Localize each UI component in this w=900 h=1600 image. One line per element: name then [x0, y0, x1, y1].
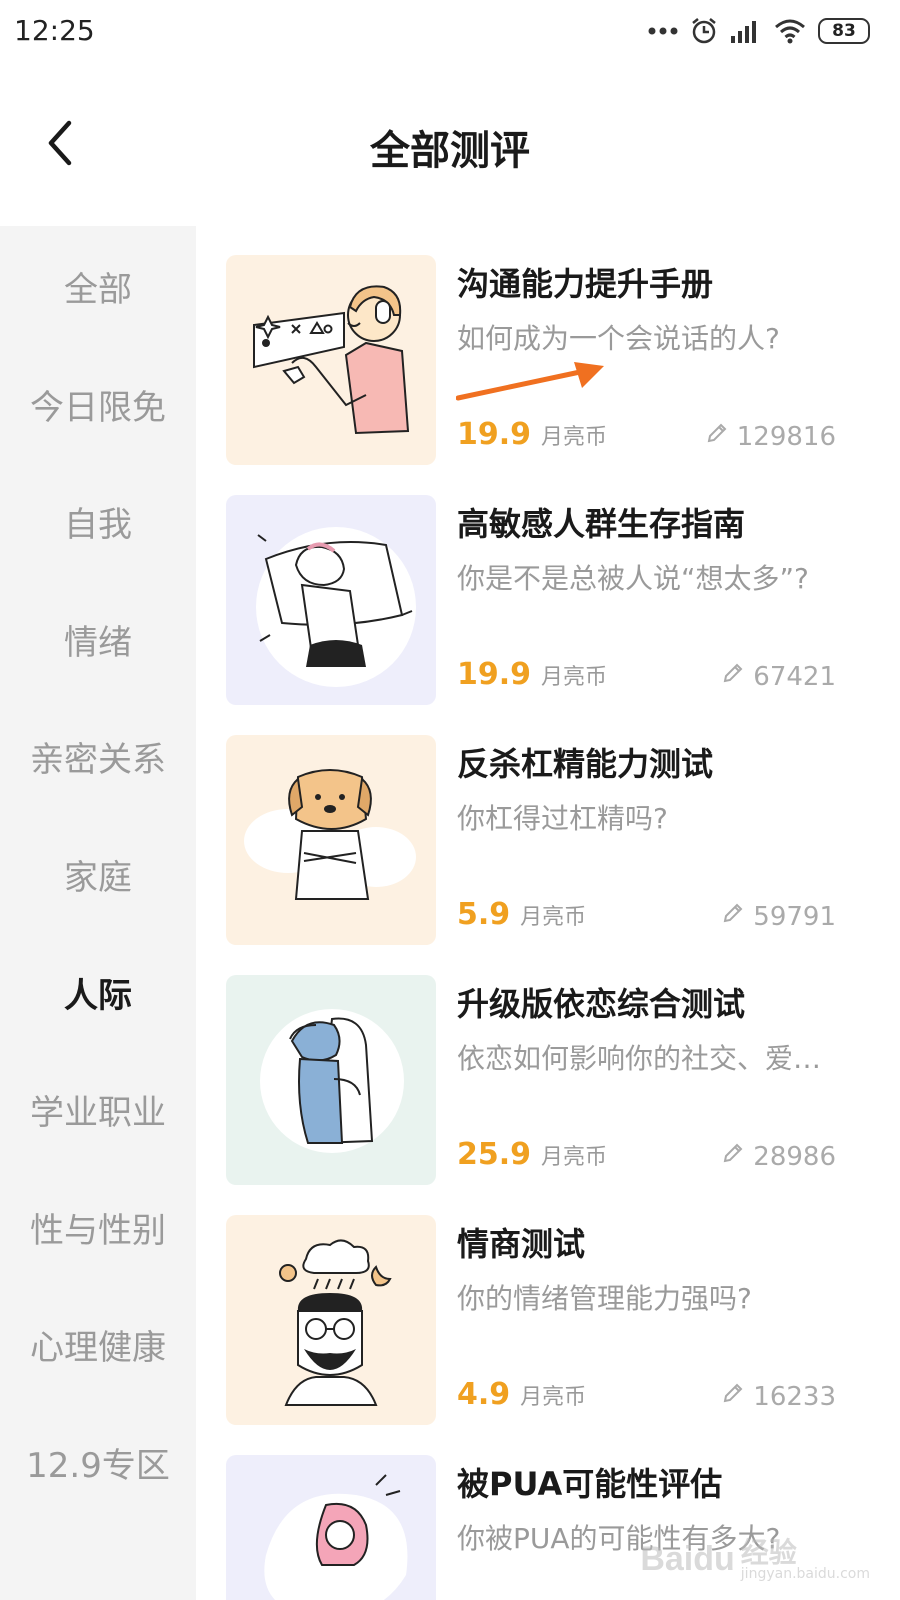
- price-unit: 月亮币: [520, 905, 587, 930]
- test-thumbnail: [226, 1455, 436, 1600]
- participant-count: 129816: [705, 421, 836, 452]
- test-list: 沟通能力提升手册 如何成为一个会说话的人? 19.9 月亮币 129816 高敏…: [196, 226, 900, 1600]
- test-price: 19.9 月亮币: [457, 657, 607, 692]
- test-price: 19.9 月亮币: [457, 417, 607, 452]
- price-unit: 月亮币: [541, 1145, 608, 1170]
- watermark-url: jingyan.baidu.com: [740, 1566, 870, 1583]
- alarm-icon: [690, 17, 718, 45]
- test-thumbnail: [226, 975, 436, 1185]
- sidebar-item-study-career[interactable]: 学业职业: [0, 1069, 196, 1149]
- test-card[interactable]: 升级版依恋综合测试 依恋如何影响你的社交、爱情和人生? 25.9 月亮币 289…: [226, 975, 866, 1187]
- price-value: 25.9: [457, 1137, 532, 1172]
- sidebar-item-12-9-zone[interactable]: 12.9专区: [0, 1422, 196, 1502]
- test-title: 沟通能力提升手册: [457, 265, 714, 303]
- pencil-icon: [721, 901, 745, 932]
- test-price: 5.9 月亮币: [457, 897, 586, 932]
- pencil-icon: [705, 421, 729, 452]
- pencil-icon: [721, 1381, 745, 1412]
- price-value: 4.9: [457, 1377, 511, 1412]
- test-title: 升级版依恋综合测试: [457, 985, 746, 1023]
- sidebar-item-mental-health[interactable]: 心理健康: [0, 1304, 196, 1384]
- pencil-icon: [721, 1141, 745, 1172]
- sidebar-item-social[interactable]: 人际: [0, 952, 196, 1032]
- count-value: 28986: [753, 1141, 836, 1172]
- test-card[interactable]: 情商测试 你的情绪管理能力强吗? 4.9 月亮币 16233: [226, 1215, 866, 1427]
- test-title: 被PUA可能性评估: [457, 1465, 723, 1503]
- test-card[interactable]: 反杀杠精能力测试 你杠得过杠精吗? 5.9 月亮币 59791: [226, 735, 866, 947]
- price-value: 5.9: [457, 897, 511, 932]
- status-bar: 12:25 83: [0, 0, 900, 64]
- sidebar-item-intimacy[interactable]: 亲密关系: [0, 716, 196, 796]
- page-title: 全部测评: [370, 128, 530, 174]
- hugging-couple-icon: [226, 975, 436, 1185]
- status-time: 12:25: [14, 14, 95, 47]
- annotation-arrow-icon: [456, 362, 604, 401]
- baidu-watermark: Baidu 经验 jingyan.baidu.com: [640, 1538, 870, 1582]
- test-thumbnail: [226, 735, 436, 945]
- test-title: 反杀杠精能力测试: [457, 745, 714, 783]
- sidebar-item-self[interactable]: 自我: [0, 481, 196, 561]
- price-value: 19.9: [457, 657, 532, 692]
- test-title: 情商测试: [457, 1225, 586, 1263]
- sidebar-item-gender[interactable]: 性与性别: [0, 1187, 196, 1267]
- test-description: 你杠得过杠精吗?: [457, 802, 668, 835]
- baidu-logo: Baidu: [640, 1540, 735, 1579]
- more-dots-icon: [648, 26, 678, 36]
- sidebar-item-family[interactable]: 家庭: [0, 834, 196, 914]
- participant-count: 67421: [721, 661, 836, 692]
- status-icons: 83: [648, 14, 870, 48]
- bearded-man-weather-icon: [226, 1215, 436, 1425]
- test-thumbnail: [226, 1215, 436, 1425]
- price-value: 19.9: [457, 417, 532, 452]
- pencil-icon: [721, 661, 745, 692]
- wifi-icon: [774, 18, 806, 44]
- test-description: 依恋如何影响你的社交、爱情和人生?: [457, 1042, 832, 1075]
- test-thumbnail: [226, 495, 436, 705]
- test-description: 你是不是总被人说“想太多”?: [457, 562, 809, 595]
- sidebar-item-emotion[interactable]: 情绪: [0, 599, 196, 679]
- participant-count: 59791: [721, 901, 836, 932]
- pink-hair-girl-icon: [226, 1455, 436, 1600]
- sidebar-item-free-today[interactable]: 今日限免: [0, 364, 196, 444]
- test-description: 你的情绪管理能力强吗?: [457, 1282, 752, 1315]
- test-thumbnail: [226, 255, 436, 465]
- count-value: 59791: [753, 901, 836, 932]
- sidebar-item-all[interactable]: 全部: [0, 246, 196, 326]
- count-value: 129816: [736, 421, 836, 452]
- pillow-hug-icon: [226, 495, 436, 705]
- participant-count: 28986: [721, 1141, 836, 1172]
- nav-bar: 全部测评: [0, 80, 900, 210]
- category-sidebar: 全部 今日限免 自我 情绪 亲密关系 家庭 人际 学业职业 性与性别 心理健康 …: [0, 226, 196, 1600]
- test-price: 25.9 月亮币: [457, 1137, 607, 1172]
- count-value: 67421: [753, 661, 836, 692]
- dog-head-person-icon: [226, 735, 436, 945]
- watermark-label: 经验: [740, 1535, 797, 1569]
- count-value: 16233: [753, 1381, 836, 1412]
- price-unit: 月亮币: [541, 425, 608, 450]
- participant-count: 16233: [721, 1381, 836, 1412]
- signal-icon: [730, 18, 762, 44]
- test-description: 如何成为一个会说话的人?: [457, 322, 780, 355]
- test-card[interactable]: 高敏感人群生存指南 你是不是总被人说“想太多”? 19.9 月亮币 67421: [226, 495, 866, 707]
- test-title: 高敏感人群生存指南: [457, 505, 746, 543]
- price-unit: 月亮币: [541, 665, 608, 690]
- battery-indicator: 83: [818, 18, 870, 44]
- speaking-person-icon: [226, 255, 436, 465]
- test-price: 4.9 月亮币: [457, 1377, 586, 1412]
- price-unit: 月亮币: [520, 1385, 587, 1410]
